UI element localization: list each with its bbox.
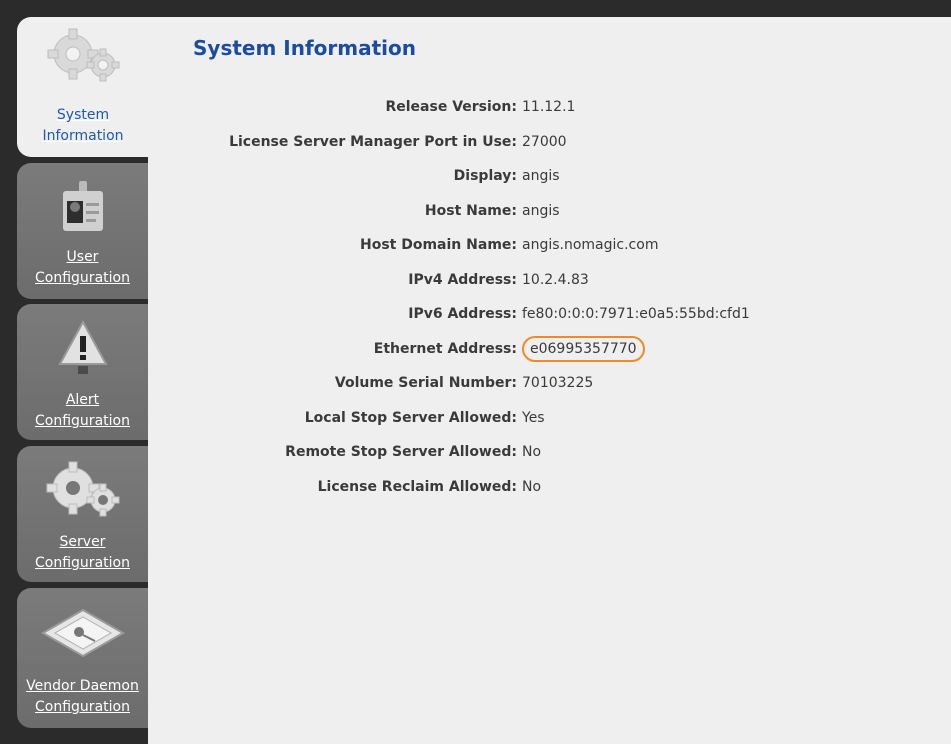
nav-vendor-daemon-configuration[interactable]: Vendor Daemon Configuration: [17, 588, 148, 728]
nav-system-information[interactable]: System Information: [17, 17, 149, 157]
info-value: 70103225: [522, 375, 594, 392]
info-value: angis.nomagic.com: [522, 237, 659, 254]
info-row: Remote Stop Server Allowed: No: [160, 435, 900, 470]
info-label: Volume Serial Number:: [334, 375, 517, 392]
info-label: Host Domain Name:: [360, 237, 517, 254]
info-label: Ethernet Address:: [373, 340, 517, 357]
info-value: 27000: [522, 133, 567, 150]
sidebar: System Information User Configuration Al…: [17, 17, 149, 744]
nav-label-system: System Information: [17, 105, 149, 147]
info-row: License Server Manager Port in Use: 2700…: [160, 125, 900, 160]
nav-label-line1: System: [56, 107, 110, 123]
info-label: License Reclaim Allowed:: [317, 478, 517, 495]
nav-label-line1: Server: [59, 534, 106, 550]
info-value: No: [522, 478, 542, 495]
page-title: System Information: [193, 36, 416, 60]
info-row: License Reclaim Allowed: No: [160, 470, 900, 505]
nav-label-line2: Configuration: [35, 699, 130, 715]
info-value: fe80:0:0:0:7971:e0a5:55bd:cfd1: [522, 306, 750, 323]
nav-user-configuration[interactable]: User Configuration: [17, 163, 148, 299]
info-label: Remote Stop Server Allowed:: [285, 444, 517, 461]
info-label: Host Name:: [424, 202, 517, 219]
info-value: 10.2.4.83: [522, 271, 589, 288]
ethernet-address-highlight: e06995357770: [522, 335, 645, 362]
info-row: Volume Serial Number: 70103225: [160, 366, 900, 401]
certificate-icon: [17, 608, 148, 658]
info-label: IPv6 Address:: [408, 306, 517, 323]
info-row: Display: angis: [160, 159, 900, 194]
nav-label-line2: Configuration: [35, 413, 130, 429]
info-label: IPv4 Address:: [408, 271, 517, 288]
gears-icon: [17, 458, 148, 520]
info-row: IPv6 Address: fe80:0:0:0:7971:e0a5:55bd:…: [160, 297, 900, 332]
nav-label-line1: User: [66, 249, 99, 265]
info-label: License Server Manager Port in Use:: [229, 133, 517, 150]
nav-label-line2: Configuration: [35, 270, 130, 286]
nav-label-line2: Configuration: [35, 555, 130, 571]
nav-server-configuration[interactable]: Server Configuration: [17, 446, 148, 582]
nav-alert-configuration[interactable]: Alert Configuration: [17, 304, 148, 440]
info-label: Local Stop Server Allowed:: [304, 409, 517, 426]
info-row: Ethernet Address: e06995357770: [160, 332, 900, 367]
info-row: Host Name: angis: [160, 194, 900, 229]
app-window: System Information User Configuration Al…: [0, 0, 951, 744]
gears-icon: [17, 27, 149, 85]
nav-label-vendor: Vendor Daemon Configuration: [17, 676, 148, 718]
nav-label-line1: Alert: [65, 392, 100, 408]
info-value: angis: [522, 202, 560, 219]
info-value: 11.12.1: [522, 99, 576, 116]
info-label: Release Version:: [385, 99, 517, 116]
info-row: Release Version: 11.12.1: [160, 90, 900, 125]
id-badge-icon: [17, 181, 148, 235]
info-value: angis: [522, 168, 560, 185]
info-row: Host Domain Name: angis.nomagic.com: [160, 228, 900, 263]
nav-label-line1: Vendor Daemon: [26, 678, 139, 694]
nav-label-line2: Information: [42, 128, 124, 144]
info-row: IPv4 Address: 10.2.4.83: [160, 263, 900, 298]
nav-label-alert: Alert Configuration: [17, 390, 148, 432]
info-row: Local Stop Server Allowed: Yes: [160, 401, 900, 436]
info-value: Yes: [522, 409, 545, 426]
system-info-list: Release Version: 11.12.1 License Server …: [160, 90, 900, 504]
info-value: No: [522, 444, 542, 461]
warning-icon: [17, 320, 148, 376]
nav-label-server: Server Configuration: [17, 532, 148, 574]
info-label: Display:: [453, 168, 517, 185]
nav-label-user: User Configuration: [17, 247, 148, 289]
